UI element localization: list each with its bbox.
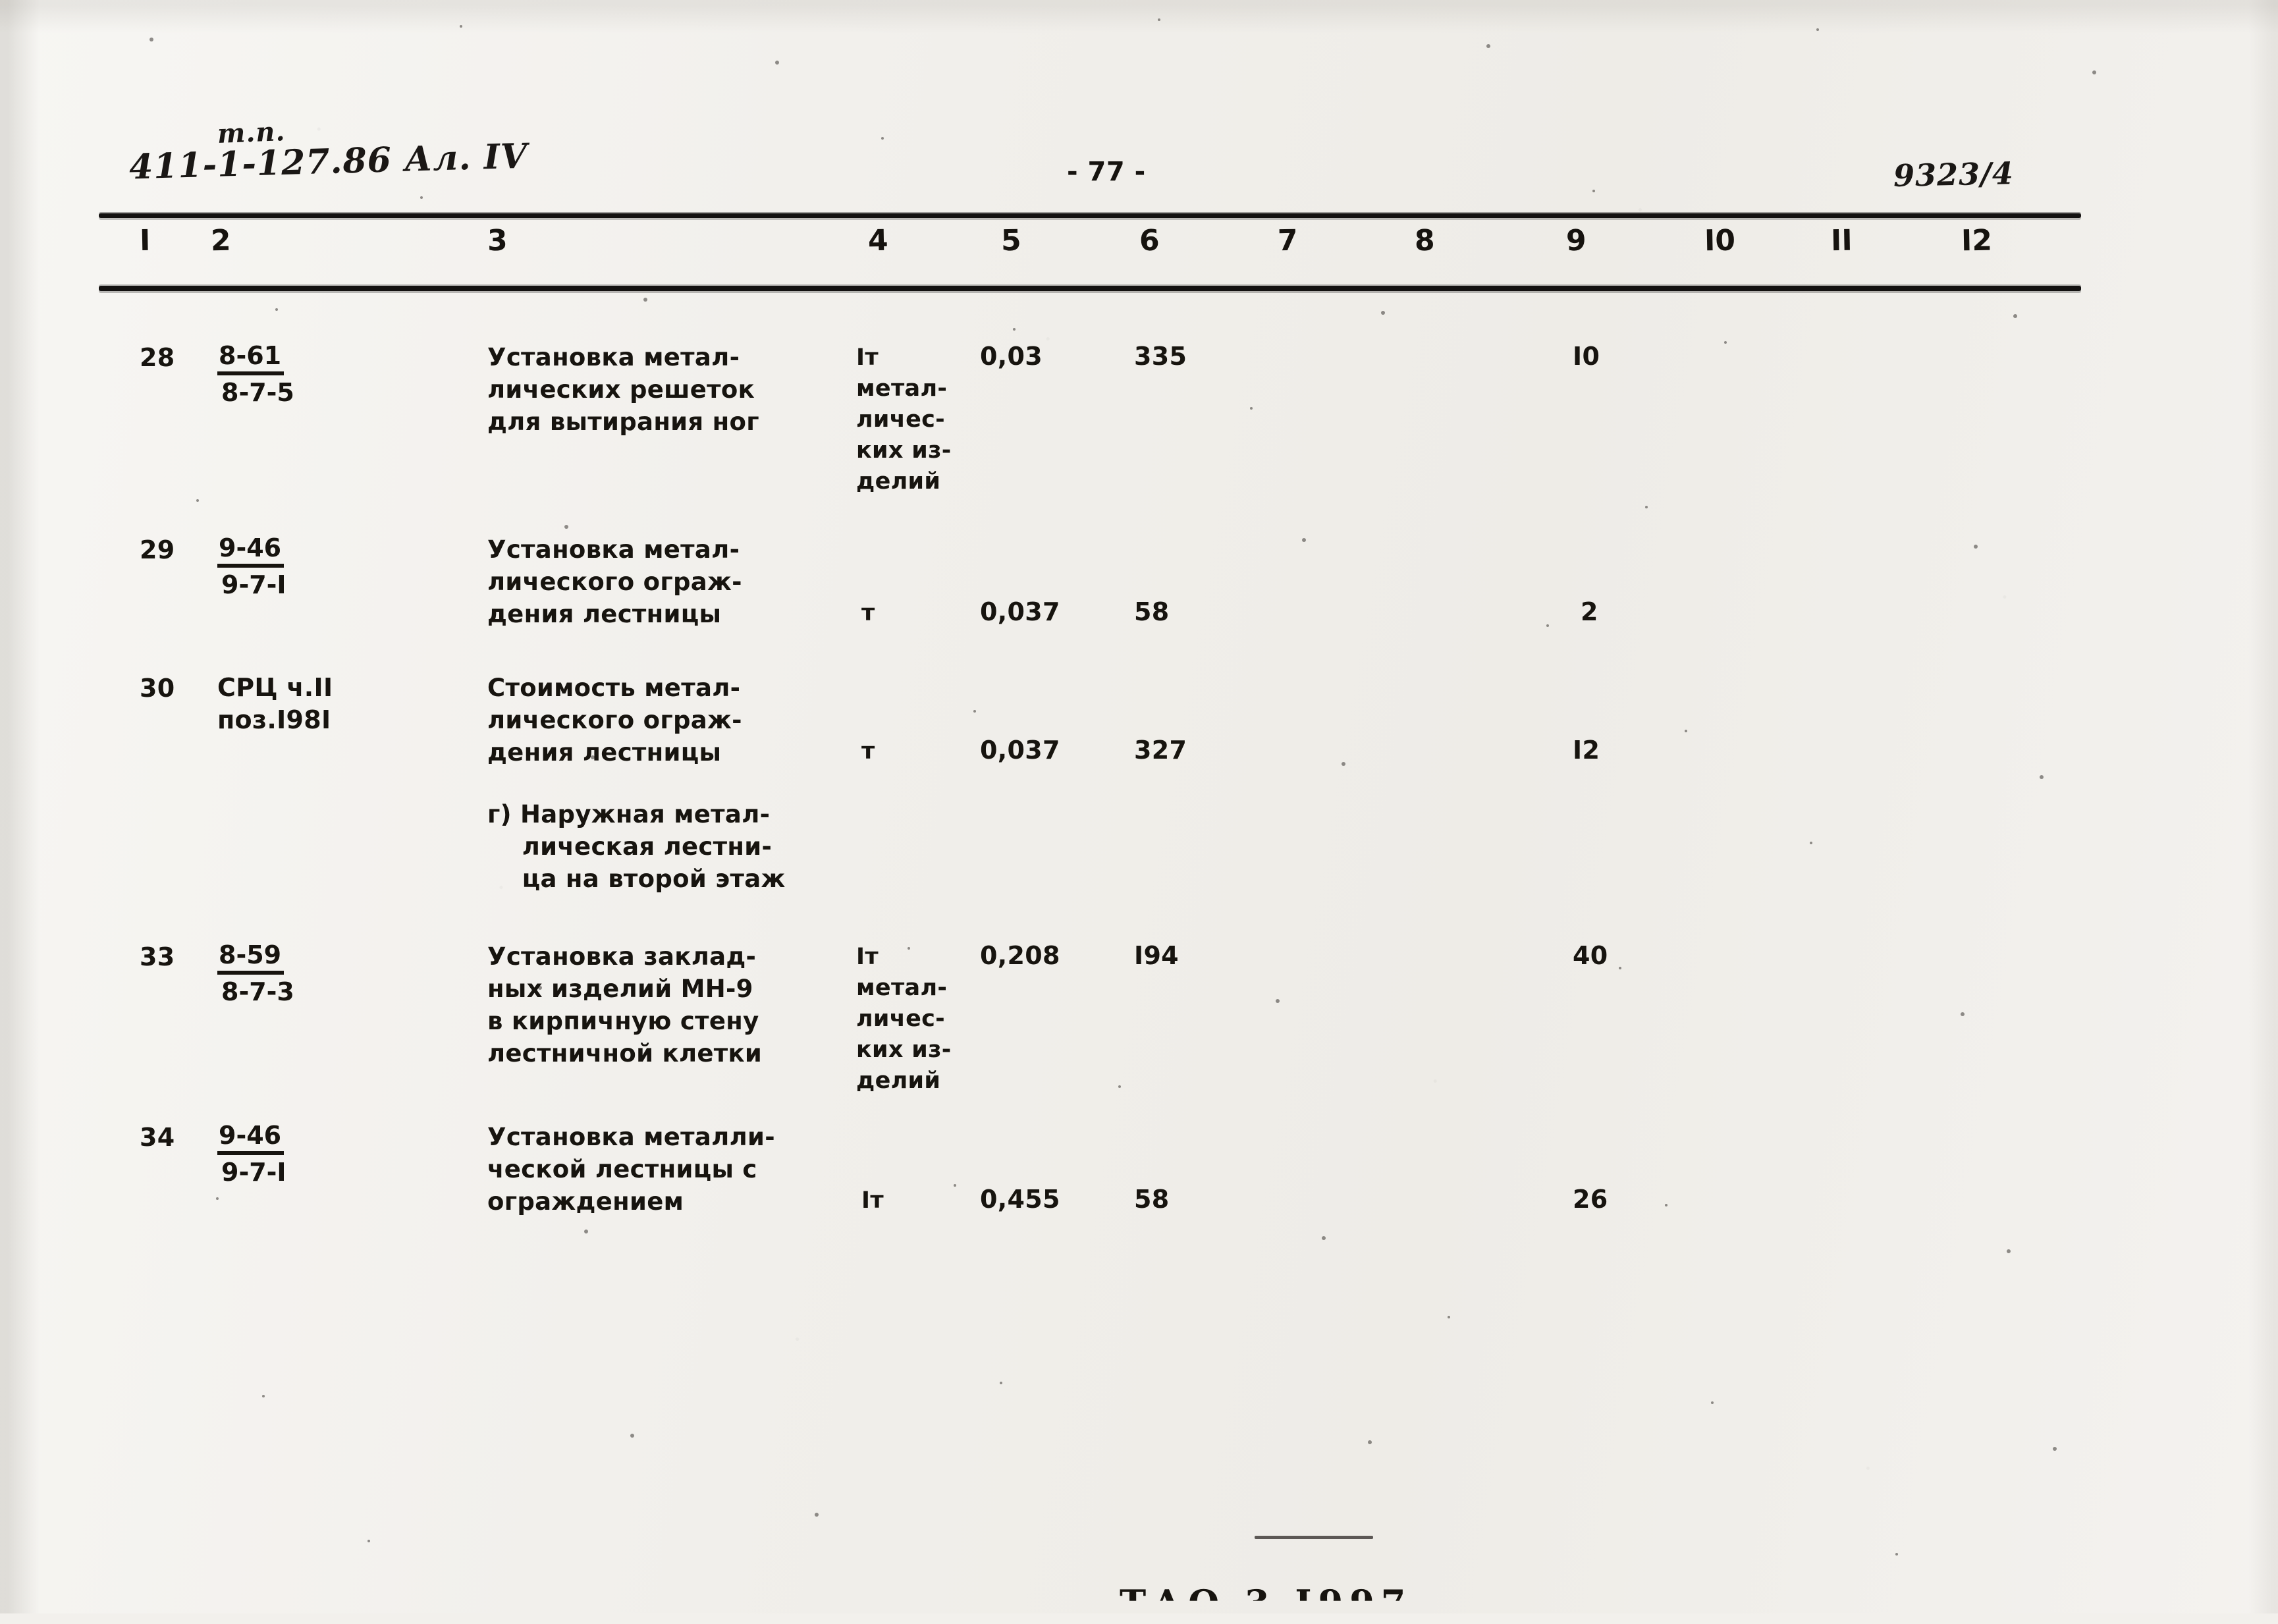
row-number: 33 — [140, 942, 175, 971]
row-col6: 58 — [1134, 1185, 1170, 1214]
row-unit: Iт — [861, 1187, 884, 1214]
row-unit: Iт метал- личес- ких из- делий — [856, 944, 952, 1094]
row-number: 28 — [140, 343, 175, 372]
row-description: Установка метал- лического ограж- дения … — [487, 535, 742, 628]
row-description: Установка заклад- ных изделий МН-9 в кир… — [487, 942, 763, 1068]
row-code-bottom: 9-7-I — [221, 1158, 286, 1187]
row-col6: 58 — [1134, 597, 1170, 626]
row-number: 29 — [140, 535, 175, 564]
row-unit: т — [861, 738, 875, 765]
footer-divider — [1255, 1536, 1373, 1539]
row-code: 9-46 9-7-I — [217, 533, 286, 602]
row-col5: 0,037 — [980, 597, 1060, 626]
row-col5: 0,455 — [980, 1185, 1060, 1214]
row-col9: 40 — [1573, 941, 1608, 970]
row-col5: 0,037 — [980, 736, 1060, 765]
row-col6: 327 — [1134, 736, 1187, 765]
row-col9: 2 — [1581, 597, 1598, 626]
row-col9: I2 — [1573, 736, 1600, 765]
row-col9: I0 — [1573, 342, 1600, 371]
row-code-bottom: 8-7-5 — [221, 378, 294, 407]
row-col6: 335 — [1134, 342, 1187, 371]
row-description: Стоимость метал- лического ограж- дения … — [487, 674, 742, 767]
row-col6: I94 — [1134, 941, 1179, 970]
row-col5: 0,208 — [980, 941, 1060, 970]
row-unit: т — [861, 600, 875, 626]
row-code: 8-59 8-7-3 — [217, 940, 294, 1009]
row-code: СРЦ ч.II поз.I98I — [217, 673, 333, 734]
section-heading: г) Наружная метал- лическая лестни- ца н… — [487, 800, 786, 893]
row-number: 30 — [140, 674, 175, 703]
table-body: 28 8-61 8-7-5 Установка метал- лических … — [0, 0, 2278, 1613]
row-code-top: 8-61 — [217, 341, 285, 375]
row-code-bottom: 8-7-3 — [221, 977, 294, 1006]
row-code-top: 9-46 — [217, 533, 285, 568]
row-unit: Iт метал- личес- ких из- делий — [856, 344, 952, 495]
row-col9: 26 — [1573, 1185, 1608, 1214]
row-code-top: 8-59 — [217, 940, 285, 975]
row-description: Установка металли- ческой лестницы с огр… — [487, 1123, 775, 1216]
row-code: 9-46 9-7-I — [217, 1121, 286, 1189]
row-code: 8-61 8-7-5 — [217, 341, 294, 410]
row-code-bottom: 9-7-I — [221, 570, 286, 599]
row-description: Установка метал- лических решеток для вы… — [487, 343, 759, 436]
row-col5: 0,03 — [980, 342, 1043, 371]
row-number: 34 — [140, 1123, 175, 1152]
row-code-top: 9-46 — [217, 1121, 285, 1155]
